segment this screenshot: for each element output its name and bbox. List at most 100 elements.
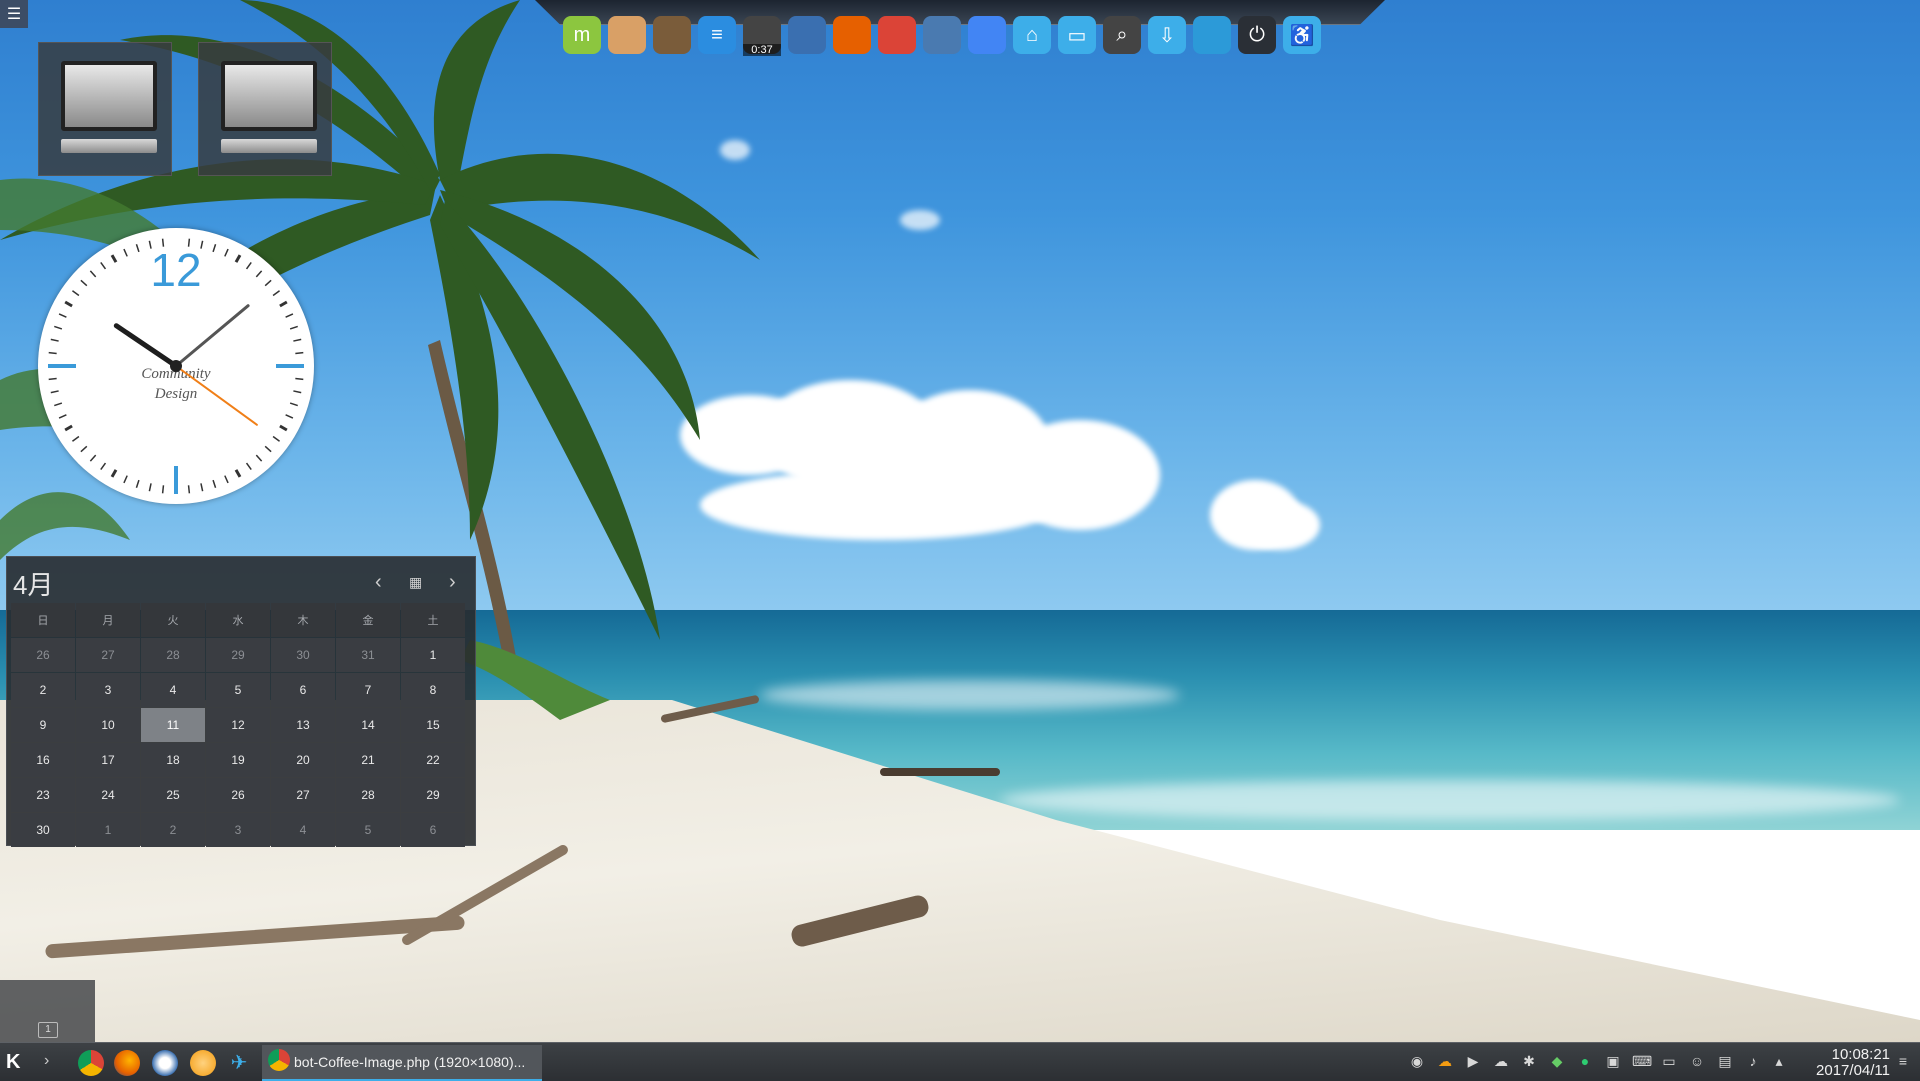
- mint-menu-icon[interactable]: m: [563, 16, 601, 54]
- calendar-day[interactable]: 5: [336, 813, 400, 847]
- clock-tick: [123, 475, 128, 484]
- text-editor-icon[interactable]: ≡: [698, 16, 736, 54]
- calendar-day[interactable]: 26: [206, 778, 270, 812]
- calendar-day[interactable]: 22: [401, 743, 465, 777]
- calendar-day[interactable]: 14: [336, 708, 400, 742]
- security-shield-icon[interactable]: ◆: [1548, 1053, 1566, 1071]
- clock-tick: [100, 462, 107, 470]
- user-icon[interactable]: ☺: [1688, 1053, 1706, 1071]
- calendar-day[interactable]: 25: [141, 778, 205, 812]
- calendar-day[interactable]: 27: [271, 778, 335, 812]
- clock-tick: [64, 300, 73, 308]
- chrome-icon[interactable]: [878, 16, 916, 54]
- clock-tick: [54, 402, 63, 407]
- status-indicator-icon[interactable]: ●: [1576, 1053, 1594, 1071]
- panel-menu-icon[interactable]: ≡: [1894, 1053, 1912, 1071]
- calendar-day[interactable]: 29: [401, 778, 465, 812]
- calendar-day[interactable]: 6: [401, 813, 465, 847]
- calendar-day[interactable]: 6: [271, 673, 335, 707]
- calendar-day[interactable]: 7: [336, 673, 400, 707]
- computer-desktop-icon[interactable]: [38, 42, 172, 176]
- power-icon[interactable]: ⏻: [1238, 16, 1276, 54]
- display-icon[interactable]: ▣: [1604, 1053, 1622, 1071]
- screenshot-icon[interactable]: 0:37: [743, 16, 781, 56]
- calendar-day[interactable]: 18: [141, 743, 205, 777]
- firefox-icon[interactable]: [833, 16, 871, 54]
- calendar-day[interactable]: 2: [141, 813, 205, 847]
- cloud-sync-icon[interactable]: ☁: [1492, 1053, 1510, 1071]
- orange-app-icon[interactable]: [190, 1050, 216, 1076]
- digital-clock[interactable]: 10:08:21 2017/04/11: [1800, 1047, 1890, 1079]
- calendar-day[interactable]: 8: [401, 673, 465, 707]
- calendar-day[interactable]: 24: [76, 778, 140, 812]
- calendar-day[interactable]: 29: [206, 638, 270, 672]
- task-item-browser[interactable]: bot-Coffee-Image.php (1920×1080)...: [262, 1045, 542, 1081]
- weather-icon[interactable]: ☁: [1436, 1053, 1454, 1071]
- calendar-day[interactable]: 1: [76, 813, 140, 847]
- clipboard-icon[interactable]: ▤: [1716, 1053, 1734, 1071]
- previous-month-button[interactable]: ‹: [375, 571, 382, 594]
- calendar-day[interactable]: 28: [336, 778, 400, 812]
- calendar-month: 4月: [13, 570, 54, 600]
- calendar-day[interactable]: 15: [401, 708, 465, 742]
- chrome-icon[interactable]: [78, 1050, 104, 1076]
- calendar-day[interactable]: 10: [76, 708, 140, 742]
- monitor-tray-icon[interactable]: ▭: [1660, 1053, 1678, 1071]
- show-more-icon[interactable]: ›: [44, 1052, 49, 1070]
- calendar-day[interactable]: 9: [11, 708, 75, 742]
- calendar-day[interactable]: 12: [206, 708, 270, 742]
- calendar-day[interactable]: 2: [11, 673, 75, 707]
- calendar-day[interactable]: 28: [141, 638, 205, 672]
- system-settings-icon[interactable]: [923, 16, 961, 54]
- clock-tick: [187, 238, 191, 247]
- network-icon[interactable]: ◉: [1408, 1053, 1426, 1071]
- calendar-day[interactable]: 13: [271, 708, 335, 742]
- keyboard-icon[interactable]: ⌨: [1632, 1053, 1652, 1071]
- calendar-today-icon[interactable]: ▦: [409, 574, 422, 591]
- calendar-day[interactable]: 11: [141, 708, 205, 742]
- calendar-day[interactable]: 30: [271, 638, 335, 672]
- next-month-button[interactable]: ›: [449, 571, 456, 594]
- application-launcher-icon[interactable]: K: [6, 1051, 20, 1074]
- calendar-day[interactable]: 1: [401, 638, 465, 672]
- calendar-day[interactable]: 4: [141, 673, 205, 707]
- thunderbird-icon[interactable]: [152, 1050, 178, 1076]
- calendar-day[interactable]: 27: [76, 638, 140, 672]
- calendar-day[interactable]: 17: [76, 743, 140, 777]
- calendar-day[interactable]: 21: [336, 743, 400, 777]
- archive-icon[interactable]: [608, 16, 646, 54]
- clock-tick: [50, 390, 59, 394]
- workspace-pager[interactable]: 1: [0, 980, 95, 1042]
- calendar-day[interactable]: 5: [206, 673, 270, 707]
- expand-tray-icon[interactable]: ▴: [1770, 1053, 1788, 1071]
- volume-icon[interactable]: ♪: [1744, 1053, 1762, 1071]
- calendar-day[interactable]: 16: [11, 743, 75, 777]
- thunderbird-icon[interactable]: [788, 16, 826, 54]
- workspace-number[interactable]: 1: [38, 1022, 58, 1038]
- bluetooth-icon[interactable]: ✱: [1520, 1053, 1538, 1071]
- desktop-menu-button[interactable]: ☰: [0, 0, 28, 28]
- kde-plasma-icon[interactable]: [1193, 16, 1231, 54]
- calendar-day[interactable]: 30: [11, 813, 75, 847]
- calendar-day[interactable]: 4: [271, 813, 335, 847]
- calendar-day[interactable]: 26: [11, 638, 75, 672]
- calendar-day[interactable]: 23: [11, 778, 75, 812]
- media-icon[interactable]: ▶: [1464, 1053, 1482, 1071]
- taskbar: K › ✈ bot-Coffee-Image.php (1920×1080)..…: [0, 1042, 1920, 1081]
- firefox-icon[interactable]: [114, 1050, 140, 1076]
- calendar-day[interactable]: 3: [76, 673, 140, 707]
- calendar-day[interactable]: 20: [271, 743, 335, 777]
- computer-desktop-icon[interactable]: [198, 42, 332, 176]
- chromium-icon[interactable]: [968, 16, 1006, 54]
- accessibility-icon[interactable]: ♿: [1283, 16, 1321, 54]
- send-icon[interactable]: ✈: [226, 1050, 252, 1076]
- calendar-day[interactable]: 3: [206, 813, 270, 847]
- search-icon[interactable]: ⌕: [1103, 16, 1141, 54]
- home-folder-icon[interactable]: ⌂: [1013, 16, 1051, 54]
- documents-folder-icon[interactable]: ▭: [1058, 16, 1096, 54]
- analog-clock-widget[interactable]: 12 Community Design: [38, 228, 314, 504]
- downloads-folder-icon[interactable]: ⇩: [1148, 16, 1186, 54]
- brush-icon[interactable]: [653, 16, 691, 54]
- calendar-day[interactable]: 31: [336, 638, 400, 672]
- calendar-day[interactable]: 19: [206, 743, 270, 777]
